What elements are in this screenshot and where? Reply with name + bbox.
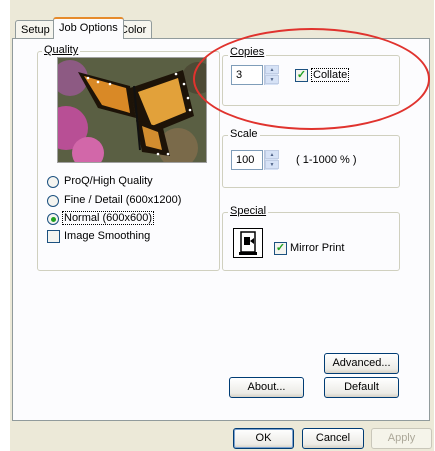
scale-legend: Scale [228,128,260,140]
default-button[interactable]: Default [324,377,399,398]
image-smoothing-checkbox[interactable] [47,230,60,243]
scale-spinner[interactable]: ▲ ▼ [264,150,279,170]
spin-down-icon[interactable]: ▼ [265,160,279,169]
quality-option-label: Normal (600x600) [62,211,155,225]
spin-up-icon[interactable]: ▲ [265,150,279,159]
quality-option-label: Fine / Detail (600x1200) [64,194,182,206]
mirror-print-icon [233,228,263,258]
apply-button[interactable]: Apply [371,428,432,449]
butterfly-preview-icon [58,58,206,162]
scale-range-label: ( 1-1000 % ) [296,154,357,166]
ok-button[interactable]: OK [233,428,294,449]
quality-option-label: ProQ/High Quality [64,175,153,187]
special-legend: Special [228,205,269,217]
tab-job-options[interactable]: Job Options [53,17,124,39]
annotation-ellipse [193,28,430,130]
advanced-button[interactable]: Advanced... [324,353,399,374]
quality-preview-image [57,57,207,163]
cancel-button[interactable]: Cancel [302,428,364,449]
quality-legend: Quality [42,44,81,56]
quality-radio-proq[interactable] [47,176,59,188]
scale-input[interactable]: 100 [231,150,263,170]
tab-setup[interactable]: Setup [15,20,56,38]
mirror-print-checkbox[interactable]: ✓ [274,242,287,255]
quality-radio-fine[interactable] [47,195,59,207]
mirror-print-label: Mirror Print [290,242,345,254]
about-button[interactable]: About... [229,377,304,398]
quality-radio-normal[interactable] [47,213,59,225]
image-smoothing-label: Image Smoothing [64,230,151,242]
